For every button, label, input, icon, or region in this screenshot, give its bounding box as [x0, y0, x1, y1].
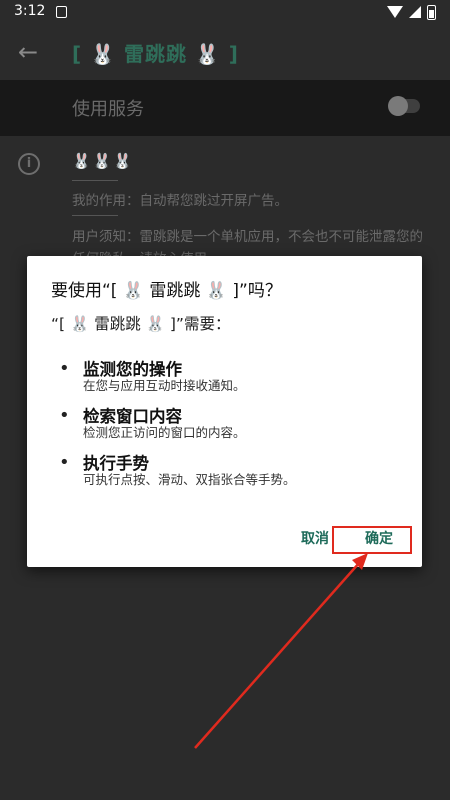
- wifi-icon: [387, 6, 403, 18]
- toggle-knob: [388, 96, 408, 116]
- permission-desc: 可执行点按、滑动、双指张合等手势。: [83, 472, 296, 487]
- dialog-title: 要使用“[ 🐰 雷跳跳 🐰 ]”吗？: [51, 281, 282, 301]
- app-bar: ← [ 🐰 雷跳跳 🐰 ]: [0, 24, 450, 80]
- bullet-icon: •: [59, 405, 70, 426]
- purpose-text: 我的作用：自动帮您跳过开屏广告。: [72, 193, 288, 209]
- notification-icon: [56, 6, 67, 18]
- use-service-label: 使用服务: [72, 99, 144, 120]
- permission-desc: 在您与应用互动时接收通知。: [83, 378, 246, 393]
- divider: [72, 215, 118, 216]
- page-title: [ 🐰 雷跳跳 🐰 ]: [72, 42, 239, 66]
- use-service-toggle[interactable]: [388, 96, 420, 116]
- annotation-highlight-box: [332, 526, 412, 554]
- status-bar: 3:12: [0, 0, 450, 24]
- info-icon: i: [18, 153, 40, 175]
- back-arrow-icon[interactable]: ←: [18, 40, 42, 64]
- user-notice-text: 用户须知：雷跳跳是一个单机应用，不会也不可能泄露您的任何隐私，请放心使用。: [72, 229, 423, 256]
- accessibility-permission-dialog: 要使用“[ 🐰 雷跳跳 🐰 ]”吗？ “[ 🐰 雷跳跳 🐰 ]”需要： • 监测…: [27, 256, 422, 567]
- status-time: 3:12: [14, 3, 46, 19]
- use-service-row[interactable]: 使用服务: [0, 80, 450, 136]
- cancel-button[interactable]: 取消: [301, 528, 329, 548]
- status-icons: [387, 4, 436, 20]
- divider: [72, 180, 118, 181]
- cell-signal-icon: [409, 6, 421, 18]
- rabbit-emojis: 🐰🐰🐰: [72, 152, 135, 170]
- bullet-icon: •: [59, 358, 70, 379]
- battery-icon: [427, 4, 436, 20]
- dialog-subtitle: “[ 🐰 雷跳跳 🐰 ]”需要：: [51, 315, 231, 333]
- bullet-icon: •: [59, 452, 70, 473]
- permission-desc: 检测您正访问的窗口的内容。: [83, 425, 246, 440]
